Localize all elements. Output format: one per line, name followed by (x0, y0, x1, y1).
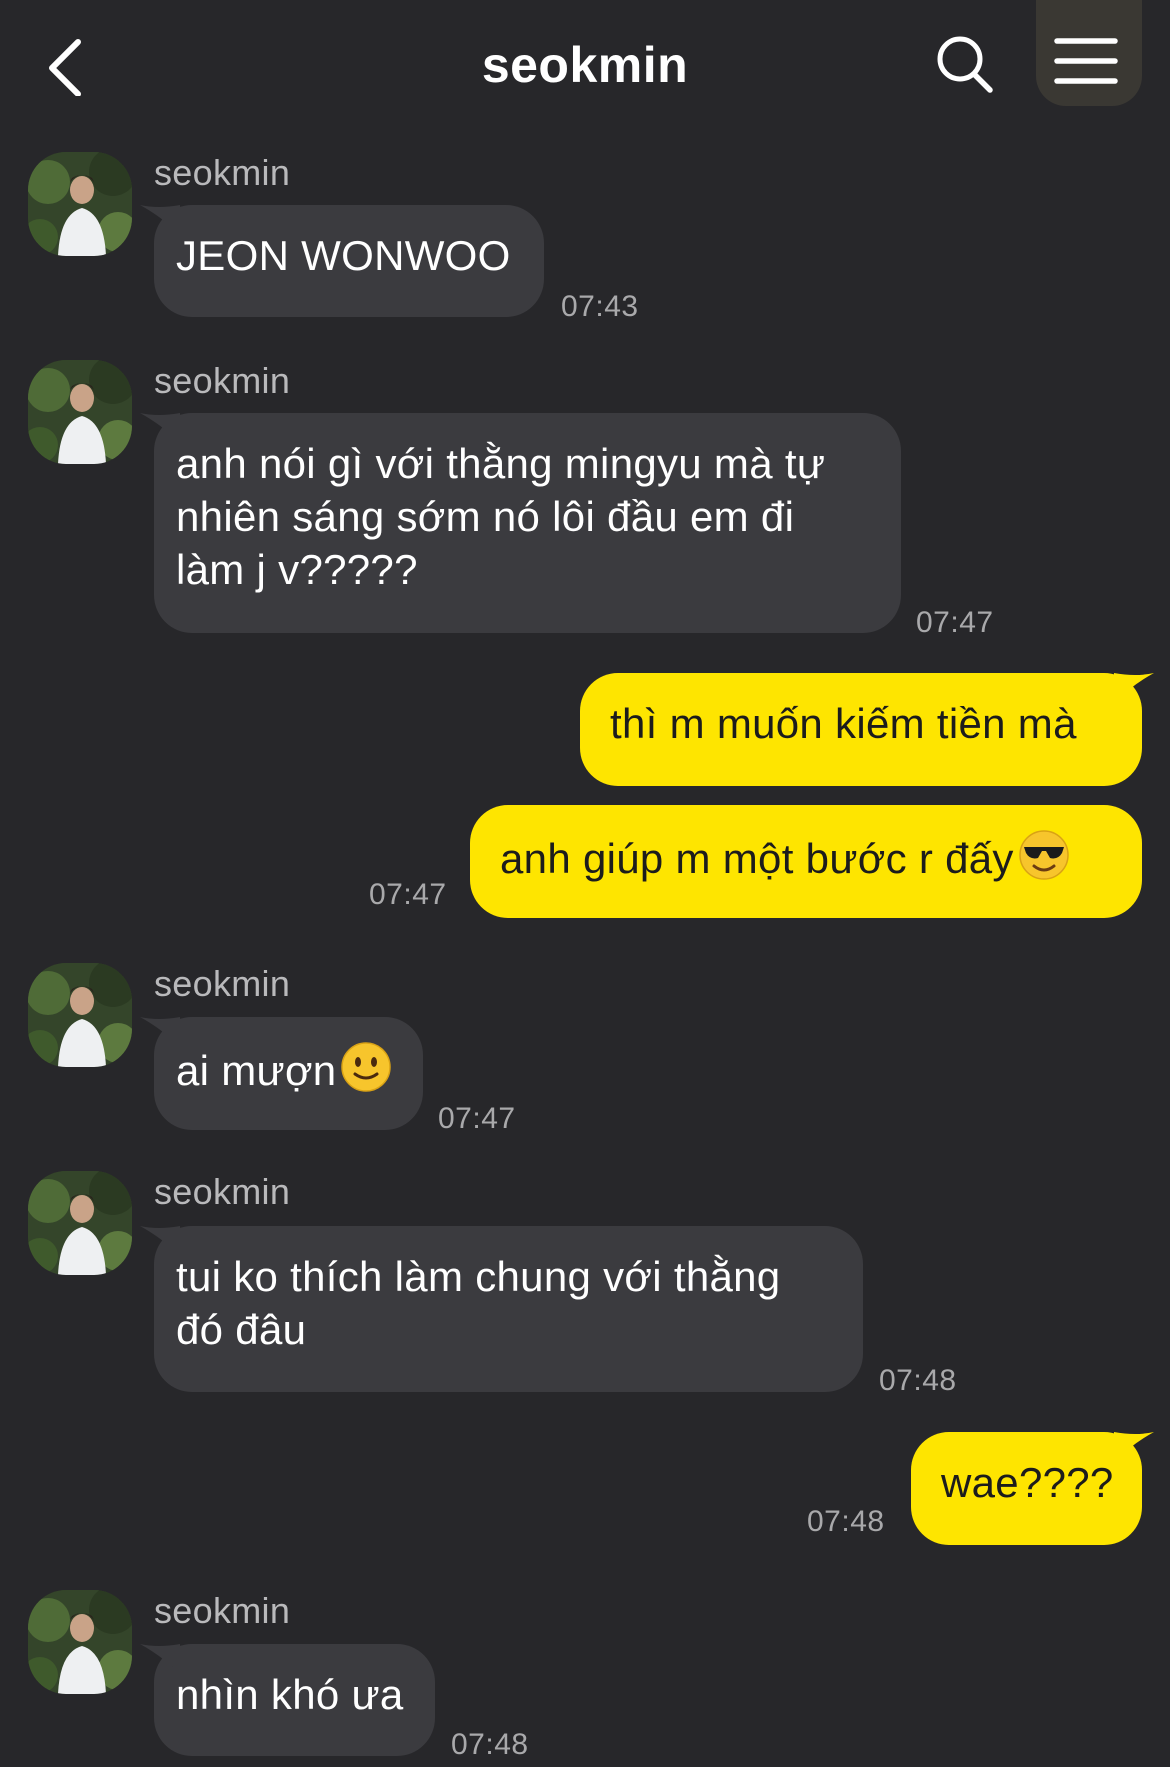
sender-name: seokmin (154, 360, 291, 401)
message-timestamp: 07:43 (561, 290, 639, 323)
search-button[interactable] (935, 32, 995, 96)
message-text: thì m muốn kiếm tiền mà (610, 700, 1077, 747)
message-timestamp: 07:48 (451, 1728, 529, 1761)
message-text: ai mượn (176, 1047, 337, 1094)
message-line: anh nói gì với thằng mingyu mà tự (176, 440, 826, 487)
smiling-face-with-sunglasses-icon (1018, 830, 1069, 880)
sender-name: seokmin (154, 1590, 291, 1631)
avatar-photo (28, 1171, 132, 1275)
message-timestamp: 07:48 (879, 1364, 957, 1397)
message-line: nhiên sáng sớm nó lôi đầu em đi (176, 493, 795, 540)
incoming-message-bubble[interactable]: JEON WONWOO (140, 205, 544, 317)
message-text: anh giúp m một bước r đấy (500, 835, 1014, 882)
outgoing-message-bubble[interactable]: thì m muốn kiếm tiền mà (580, 673, 1154, 786)
bubble-tail (140, 1644, 180, 1674)
incoming-message-bubble[interactable]: ai mượn (140, 1017, 423, 1130)
message-timestamp: 07:48 (807, 1505, 885, 1538)
avatar-photo (28, 1590, 132, 1694)
hamburger-menu-icon (1054, 38, 1118, 84)
incoming-message-bubble[interactable]: tui ko thích làm chung với thằng đó đâu (140, 1226, 863, 1392)
avatar[interactable] (28, 152, 132, 256)
avatar[interactable] (28, 963, 132, 1067)
avatar-photo (28, 152, 132, 256)
sender-name: seokmin (154, 1171, 291, 1212)
message-text: nhìn khó ưa (176, 1671, 404, 1718)
bubble-tail (140, 413, 180, 443)
sender-name: seokmin (154, 152, 291, 193)
message-timestamp: 07:47 (438, 1102, 516, 1135)
bubble-tail (140, 1017, 180, 1047)
avatar[interactable] (28, 1590, 132, 1694)
avatar[interactable] (28, 360, 132, 464)
chat-header: seokmin (0, 0, 1170, 130)
bubble-tail (140, 1226, 180, 1256)
message-text: wae???? (941, 1459, 1114, 1506)
bubble-tail (1114, 1432, 1154, 1462)
bubble-tail (1114, 673, 1154, 703)
outgoing-message-bubble[interactable]: wae???? (911, 1432, 1154, 1545)
slightly-smiling-face-icon (341, 1042, 392, 1092)
incoming-message-bubble[interactable]: nhìn khó ưa (140, 1644, 435, 1756)
message-line: làm j v????? (176, 546, 418, 593)
sender-name: seokmin (154, 963, 291, 1004)
avatar-photo (28, 360, 132, 464)
message-line: đó đâu (176, 1306, 307, 1353)
avatar[interactable] (28, 1171, 132, 1275)
message-line: tui ko thích làm chung với thằng (176, 1253, 781, 1300)
outgoing-message-bubble[interactable]: anh giúp m một bước r đấy (470, 805, 1142, 918)
bubble-tail (140, 205, 180, 235)
message-text: JEON WONWOO (176, 232, 511, 279)
avatar-photo (28, 963, 132, 1067)
incoming-message-bubble[interactable]: anh nói gì với thằng mingyu mà tự nhiên … (140, 413, 901, 633)
message-timestamp: 07:47 (916, 606, 994, 639)
message-timestamp: 07:47 (369, 878, 447, 911)
menu-button[interactable] (1036, 0, 1142, 106)
search-icon (937, 36, 993, 93)
